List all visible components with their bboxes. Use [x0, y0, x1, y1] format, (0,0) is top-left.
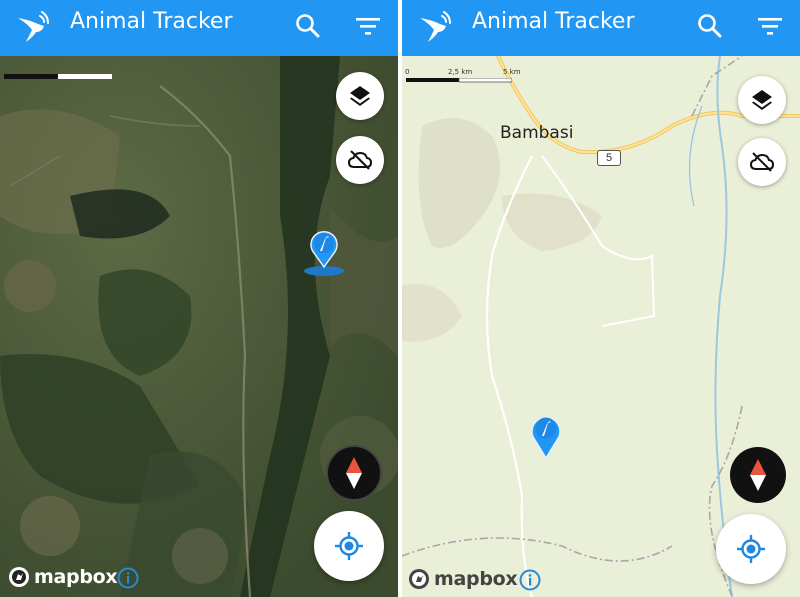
app-bar: Animal Tracker — [402, 0, 800, 56]
layers-icon — [752, 90, 772, 110]
compass-button[interactable] — [326, 445, 382, 501]
satellite-map[interactable]: mapbox — [0, 56, 398, 597]
cloud-off-icon — [749, 152, 775, 172]
right-screen: Animal Tracker 0 2,5 km 5 km Bambasi 5 m… — [402, 0, 800, 597]
bird-marker-icon — [304, 230, 344, 276]
mapbox-wordmark: mapbox — [434, 568, 518, 590]
filter-button[interactable] — [754, 10, 786, 42]
bird-logo-icon — [420, 11, 451, 42]
scale-label-end: 5 km — [503, 68, 521, 76]
mapbox-wordmark: mapbox — [34, 566, 118, 588]
my-location-icon — [335, 532, 363, 560]
info-icon[interactable] — [117, 567, 139, 589]
compass-icon — [750, 459, 766, 491]
layers-button[interactable] — [738, 76, 786, 124]
scale-bar — [406, 78, 512, 83]
scale-label-mid: 2,5 km — [448, 68, 473, 76]
bird-marker-icon — [531, 416, 561, 460]
animal-location-marker[interactable] — [302, 223, 346, 282]
mapbox-logo-icon — [409, 569, 429, 589]
layers-icon — [350, 86, 370, 106]
scale-label-zero: 0 — [405, 68, 410, 76]
mapbox-logo[interactable]: mapbox — [408, 568, 518, 590]
mapbox-logo-icon — [9, 567, 29, 587]
app-title: Animal Tracker — [70, 9, 233, 34]
cloud-off-icon — [347, 150, 373, 170]
left-screen: Animal Tracker mapbox — [0, 0, 398, 597]
search-button[interactable] — [292, 10, 324, 42]
street-map[interactable]: 0 2,5 km 5 km Bambasi 5 mapbox — [402, 56, 800, 597]
offline-toggle-button[interactable] — [336, 136, 384, 184]
search-button[interactable] — [694, 10, 726, 42]
info-icon[interactable] — [519, 569, 541, 591]
filter-button[interactable] — [352, 10, 384, 42]
mapbox-logo[interactable]: mapbox — [8, 566, 118, 588]
compass-icon — [346, 457, 362, 489]
my-location-icon — [737, 535, 765, 563]
road-shield: 5 — [597, 150, 621, 166]
filter-icon — [356, 18, 380, 35]
offline-toggle-button[interactable] — [738, 138, 786, 186]
place-label: Bambasi — [500, 123, 574, 143]
search-icon — [296, 14, 320, 38]
my-location-button[interactable] — [716, 514, 786, 584]
scale-bar — [4, 74, 112, 79]
layers-button[interactable] — [336, 72, 384, 120]
app-bar: Animal Tracker — [0, 0, 398, 56]
app-title: Animal Tracker — [472, 9, 635, 34]
search-icon — [698, 14, 722, 38]
bird-logo-icon — [18, 11, 49, 42]
animal-location-marker[interactable] — [526, 408, 566, 463]
filter-icon — [758, 18, 782, 35]
compass-button[interactable] — [730, 447, 786, 503]
my-location-button[interactable] — [314, 511, 384, 581]
